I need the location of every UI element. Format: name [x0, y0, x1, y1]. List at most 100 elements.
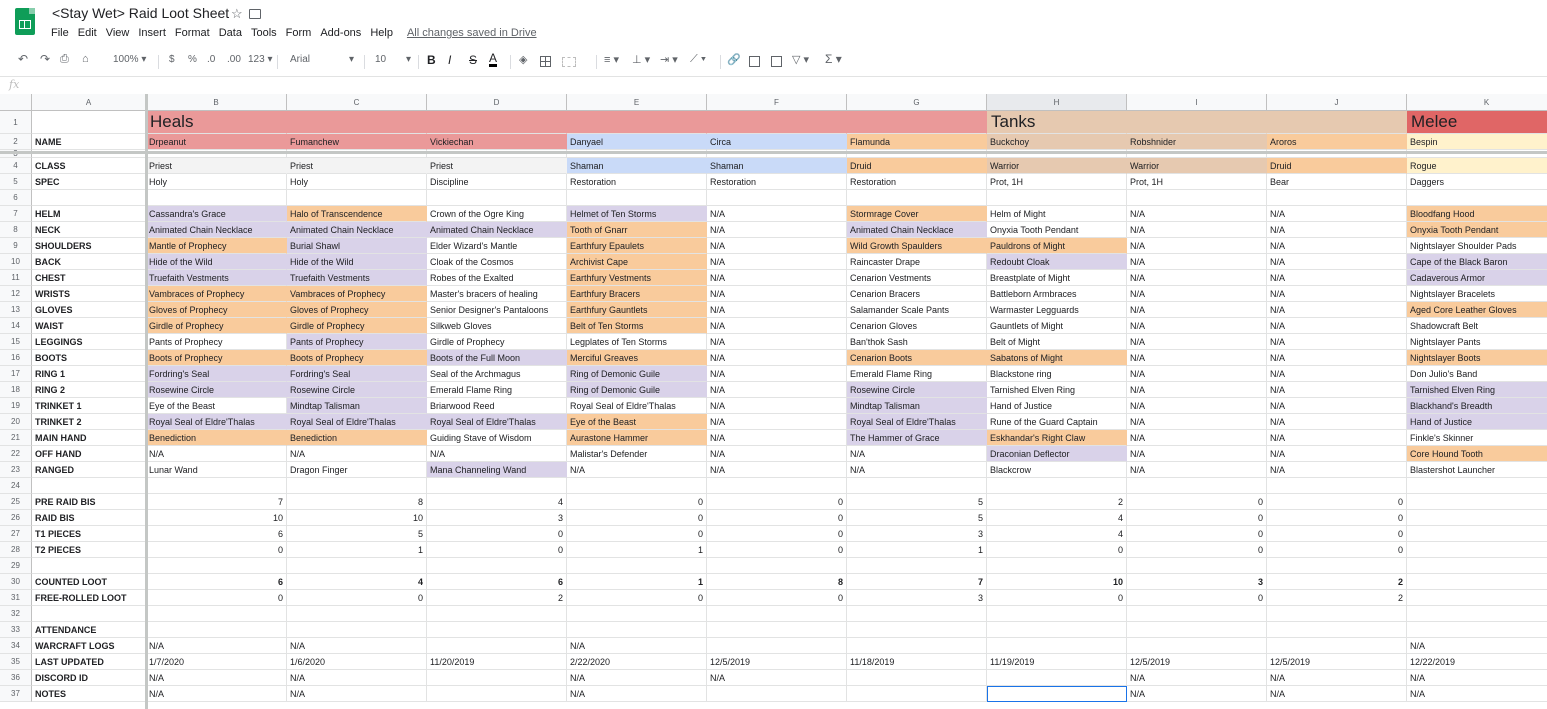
bold-button[interactable]: B	[427, 53, 436, 67]
row-label[interactable]: ATTENDANCE	[32, 622, 146, 638]
cell[interactable]: Pauldrons of Might	[987, 238, 1127, 254]
cell[interactable]: 0	[987, 590, 1127, 606]
cell[interactable]: Restoration	[847, 174, 987, 190]
row-label[interactable]	[32, 606, 146, 622]
menu-tools[interactable]: Tools	[251, 27, 277, 39]
column-header-f[interactable]: F	[707, 94, 847, 111]
cell[interactable]: 0	[146, 590, 287, 606]
column-header-j[interactable]: J	[1267, 94, 1407, 111]
cell[interactable]: 7	[847, 574, 987, 590]
column-header-k[interactable]: K	[1407, 94, 1547, 111]
row-header-31[interactable]: 31	[0, 590, 32, 606]
cell[interactable]: N/A	[707, 366, 847, 382]
cell[interactable]	[707, 622, 847, 638]
row-label[interactable]: MAIN HAND	[32, 430, 146, 446]
cell[interactable]	[987, 558, 1127, 574]
cell[interactable]: Onyxia Tooth Pendant	[1407, 222, 1547, 238]
column-header-g[interactable]: G	[847, 94, 987, 111]
row-label[interactable]	[32, 190, 146, 206]
cell[interactable]: 3	[1127, 574, 1267, 590]
cell[interactable]: N/A	[1127, 350, 1267, 366]
cell[interactable]: Cassandra's Grace	[146, 206, 287, 222]
cell[interactable]: N/A	[1267, 334, 1407, 350]
cell[interactable]: 1	[567, 542, 707, 558]
cell[interactable]: 0	[1267, 526, 1407, 542]
cell[interactable]	[427, 478, 567, 494]
font-size-select[interactable]: 10 ▾	[375, 54, 411, 65]
cell[interactable]: Prot, 1H	[1127, 174, 1267, 190]
cell[interactable]: 10	[146, 510, 287, 526]
formula-bar[interactable]: fx	[0, 76, 1547, 95]
cell[interactable]: N/A	[1127, 302, 1267, 318]
selected-cell[interactable]	[987, 686, 1127, 702]
cell[interactable]: Gloves of Prophecy	[146, 302, 287, 318]
row-label[interactable]: WARCRAFT LOGS	[32, 638, 146, 654]
cell[interactable]: N/A	[1267, 382, 1407, 398]
cell[interactable]: 4	[427, 494, 567, 510]
row-label[interactable]: PRE RAID BIS	[32, 494, 146, 510]
cell[interactable]: Pants of Prophecy	[146, 334, 287, 350]
cell[interactable]: 4	[1407, 526, 1547, 542]
cell[interactable]: N/A	[1267, 446, 1407, 462]
cell[interactable]: Boots of Prophecy	[146, 350, 287, 366]
cell[interactable]: 0	[567, 494, 707, 510]
cell[interactable]: Cloak of the Cosmos	[427, 254, 567, 270]
row-label[interactable]: OFF HAND	[32, 446, 146, 462]
cell[interactable]: Stormrage Cover	[847, 206, 987, 222]
cell[interactable]	[567, 622, 707, 638]
currency-button[interactable]: $	[169, 54, 175, 65]
cell[interactable]: Royal Seal of Eldre'Thalas	[287, 414, 427, 430]
cell[interactable]: N/A	[1267, 350, 1407, 366]
cell[interactable]: Aroros	[1267, 134, 1407, 150]
cell[interactable]: Benediction	[146, 430, 287, 446]
cell[interactable]: Ban'thok Sash	[847, 334, 987, 350]
cell[interactable]: Earthfury Gauntlets	[567, 302, 707, 318]
cell[interactable]: Don Julio's Band	[1407, 366, 1547, 382]
cell[interactable]: 4	[287, 574, 427, 590]
cell[interactable]: 0	[707, 590, 847, 606]
cell[interactable]: Merciful Greaves	[567, 350, 707, 366]
cell[interactable]: Bespin	[1407, 134, 1547, 150]
cell[interactable]: Briarwood Reed	[427, 398, 567, 414]
cell[interactable]: N/A	[1127, 254, 1267, 270]
vertical-align-icon[interactable]: ⊥ ▾	[632, 53, 650, 66]
cell[interactable]: Animated Chain Necklace	[427, 222, 567, 238]
cell[interactable]	[1267, 558, 1407, 574]
cell[interactable]: Flamunda	[847, 134, 987, 150]
cell[interactable]: Truefaith Vestments	[146, 270, 287, 286]
row-label[interactable]: LAST UPDATED	[32, 654, 146, 670]
row-label[interactable]: BOOTS	[32, 350, 146, 366]
move-folder-icon[interactable]	[249, 9, 261, 19]
cell[interactable]: N/A	[146, 638, 287, 654]
row-header-29[interactable]: 29	[0, 558, 32, 574]
cell[interactable]: Raincaster Drape	[847, 254, 987, 270]
cell[interactable]: 11/20/2019	[427, 654, 567, 670]
cell[interactable]: Royal Seal of Eldre'Thalas	[847, 414, 987, 430]
row-header-20[interactable]: 20	[0, 414, 32, 430]
cell[interactable]: Lunar Wand	[146, 462, 287, 478]
row-label[interactable]: TRINKET 2	[32, 414, 146, 430]
cell[interactable]: Restoration	[567, 174, 707, 190]
cell[interactable]: N/A	[1267, 414, 1407, 430]
row-label[interactable]: RANGED	[32, 462, 146, 478]
cell[interactable]: Discipline	[427, 174, 567, 190]
cell[interactable]	[287, 190, 427, 206]
cell[interactable]	[287, 111, 427, 134]
menu-view[interactable]: View	[106, 27, 130, 39]
cell[interactable]: Earthfury Bracers	[567, 286, 707, 302]
row-label[interactable]: NAME	[32, 134, 146, 150]
row-header-6[interactable]: 6	[0, 190, 32, 206]
decrease-decimal-button[interactable]: .0	[207, 54, 215, 65]
frozen-row-divider[interactable]	[0, 151, 1547, 154]
more-formats-button[interactable]: 123 ▾	[248, 54, 273, 65]
cell[interactable]: Eskhandar's Right Claw	[987, 430, 1127, 446]
cell[interactable]: Boots of Prophecy	[287, 350, 427, 366]
cell[interactable]: N/A	[1127, 398, 1267, 414]
cell[interactable]: 2	[1267, 590, 1407, 606]
cell[interactable]: Druid	[847, 158, 987, 174]
row-label[interactable]: NOTES	[32, 686, 146, 702]
row-label[interactable]: WRISTS	[32, 286, 146, 302]
spreadsheet-grid[interactable]: A B C D E F G H I J K 1 Heals Tanks Melee 2 NAME Drpeanut…	[0, 94, 1547, 709]
cell[interactable]: Heals	[146, 111, 287, 134]
cell[interactable]: N/A	[567, 462, 707, 478]
